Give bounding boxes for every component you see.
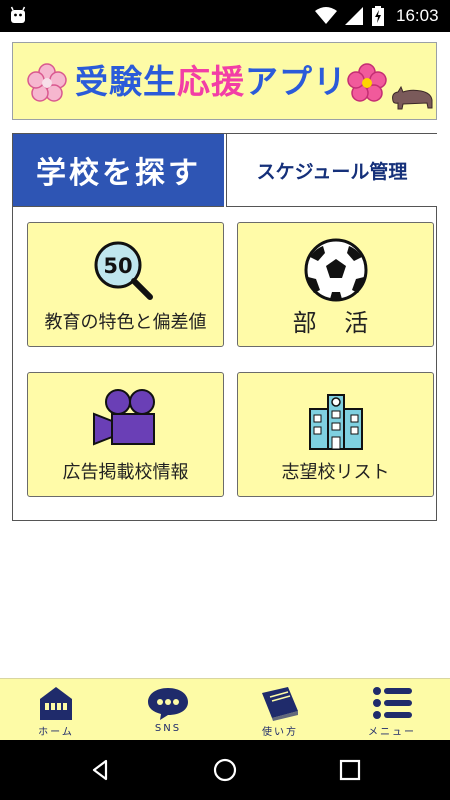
- home-circle-icon[interactable]: [213, 758, 237, 782]
- banner-title: 受験生応援アプリ: [75, 57, 347, 107]
- cherry-blossom-icon: [27, 63, 67, 102]
- bottom-tab-home[interactable]: ホーム: [0, 679, 112, 741]
- bottom-tab-label: メニュー: [368, 727, 416, 738]
- tab-school-search[interactable]: 学校を探す: [13, 134, 224, 207]
- back-icon[interactable]: [88, 758, 112, 782]
- tile-label: 広告掲載校情報: [62, 462, 189, 483]
- bottom-tab-label: SNS: [154, 723, 182, 734]
- banner-title-part3: アプリ: [245, 62, 347, 101]
- tile-education-deviation[interactable]: 50 教育の特色と偏差値: [27, 222, 224, 347]
- bottom-tab-bar: ホーム SNS 使い方 メニュー: [0, 678, 450, 740]
- bottom-tab-label: 使い方: [262, 727, 298, 738]
- signal-icon: [345, 7, 363, 25]
- android-icon: [10, 6, 26, 23]
- rhino-icon: [392, 85, 433, 110]
- bottom-tab-sns[interactable]: SNS: [112, 679, 224, 741]
- recents-icon[interactable]: [338, 758, 362, 782]
- wifi-icon: [315, 7, 337, 24]
- tile-club-activities[interactable]: 部 活: [237, 222, 434, 347]
- school-search-panel: 学校を探す スケジュール管理 50 教育の特色と偏差値 部 活 広告掲載校情報: [12, 133, 437, 521]
- tile-label: 志望校リスト: [281, 462, 390, 483]
- cherry-blossom-icon: [347, 63, 387, 102]
- home-icon: [40, 687, 72, 720]
- battery-charging-icon: [372, 6, 384, 26]
- status-time: 16:03: [396, 6, 439, 25]
- video-camera-icon: [92, 389, 155, 446]
- system-nav-bar: [0, 740, 450, 800]
- app-banner: 受験生応援アプリ: [12, 42, 437, 120]
- banner-title-part2: 応援: [177, 62, 245, 101]
- bottom-tab-howto[interactable]: 使い方: [224, 679, 336, 741]
- menu-list-icon: [373, 687, 412, 719]
- tab-schedule[interactable]: スケジュール管理: [226, 134, 437, 207]
- bottom-tab-label: ホーム: [38, 727, 74, 738]
- tile-target-school-list[interactable]: 志望校リスト: [237, 372, 434, 497]
- book-icon: [262, 687, 298, 721]
- status-bar: 16:03: [0, 0, 450, 32]
- magnifier-50-icon: 50: [94, 241, 153, 300]
- magnifier-badge-text: 50: [103, 254, 132, 278]
- tile-label: 教育の特色と偏差値: [44, 312, 207, 333]
- banner-title-part1: 受験生: [75, 62, 177, 101]
- tile-label: 部 活: [292, 309, 379, 337]
- school-building-icon: [308, 394, 363, 450]
- soccer-ball-icon: [304, 238, 367, 302]
- bottom-tab-menu[interactable]: メニュー: [336, 679, 448, 741]
- tile-advertised-schools[interactable]: 広告掲載校情報: [27, 372, 224, 497]
- chat-bubble-icon: [148, 688, 188, 720]
